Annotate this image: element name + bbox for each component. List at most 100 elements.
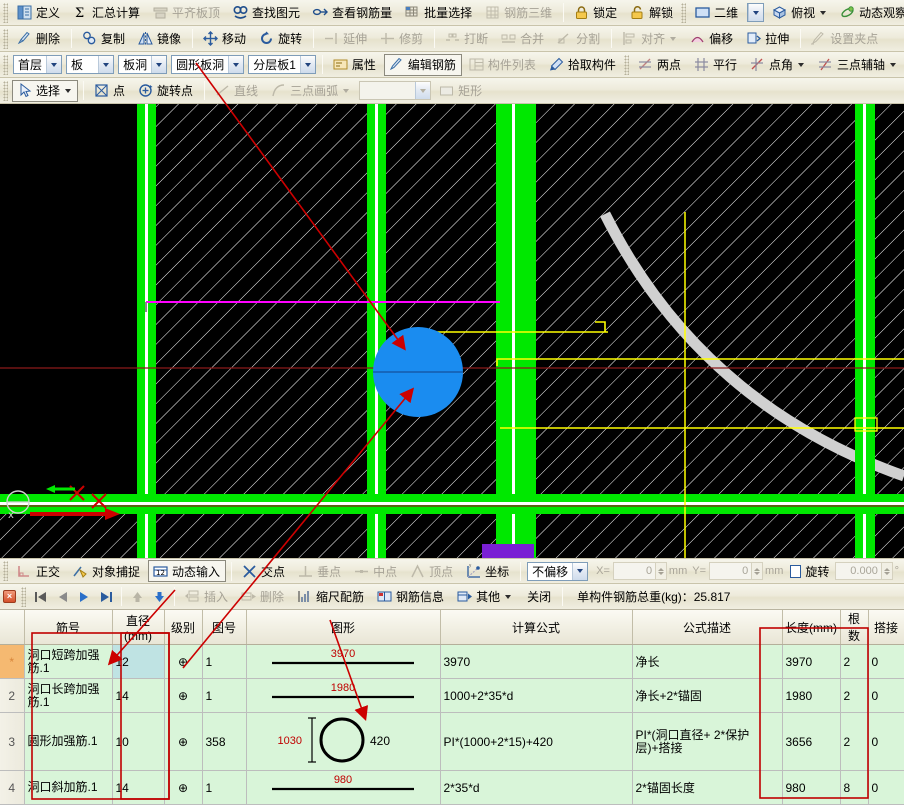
cell-formula-desc[interactable]: 净长+2*锚固 [632, 679, 782, 713]
col-header-count[interactable]: 根数 [840, 610, 868, 645]
cell-formula[interactable]: 3970 [440, 645, 632, 679]
close-icon[interactable]: × [3, 590, 16, 603]
cell-rebar-name[interactable]: 洞口斜加筋.1 [24, 771, 112, 805]
cell-drawing-no[interactable]: 358 [202, 713, 246, 771]
chevron-down-icon[interactable] [415, 82, 430, 99]
last-record-button[interactable] [95, 587, 117, 607]
table-row[interactable]: * 洞口短跨加强筋.1 12 ⊕ 1 3970 3970 净长 3970 2 [0, 645, 904, 679]
toolbar-button-top-view[interactable]: 俯视 [767, 2, 833, 24]
cell-formula-desc[interactable]: 净长 [632, 645, 782, 679]
table-button-insert-row[interactable]: 插入 [180, 586, 234, 608]
chevron-down-icon[interactable] [343, 89, 349, 93]
cell-rownum[interactable]: 3 [0, 713, 24, 771]
col-header-formula[interactable]: 计算公式 [440, 610, 632, 645]
toolbar-button-offset[interactable]: 偏移 [685, 28, 739, 50]
table-button-delete-row[interactable]: 删除 [236, 586, 290, 608]
cell-formula[interactable]: 1000+2*35*d [440, 679, 632, 713]
move-down-button[interactable] [148, 587, 170, 607]
toolbar-button-batch-select[interactable]: 批量选择 [400, 2, 478, 24]
toolbar-grip-3[interactable] [624, 55, 629, 75]
cell-length[interactable]: 980 [782, 771, 840, 805]
snap-button-ortho[interactable]: 正交 [12, 560, 66, 582]
cell-diameter[interactable]: 12 [112, 645, 164, 679]
col-header-length[interactable]: 长度(mm) [782, 610, 840, 645]
cell-formula[interactable]: 2*35*d [440, 771, 632, 805]
chevron-down-icon[interactable] [572, 563, 587, 580]
x-coord-input[interactable]: 0 [613, 562, 656, 580]
toolbar-button-extend[interactable]: 延伸 [319, 28, 373, 50]
col-header-drawing-no[interactable]: 图号 [202, 610, 246, 645]
cell-rebar-name[interactable]: 圆形加强筋.1 [24, 713, 112, 771]
rotate-angle-input[interactable]: 0.000 [835, 562, 882, 580]
cell-shape[interactable]: 1980 [246, 679, 440, 713]
toolbar-button-rebar-3d[interactable]: 钢筋三维 [480, 2, 558, 24]
col-header-grade[interactable]: 级别 [164, 610, 202, 645]
chevron-down-icon[interactable] [820, 11, 826, 15]
snap-button-intersection[interactable]: 交点 [237, 560, 291, 582]
cell-shape[interactable]: 3970 [246, 645, 440, 679]
toolbar-button-2d-view[interactable]: 二维 [690, 2, 744, 24]
toolbar-button-component-list[interactable]: 构件列表 [464, 54, 542, 76]
cad-drawing-svg[interactable]: x [0, 104, 904, 558]
toolbar-button-align-slab-top[interactable]: 平齐板顶 [148, 2, 226, 24]
cell-length[interactable]: 3656 [782, 713, 840, 771]
toolbar-button-unlock[interactable]: 解锁 [625, 2, 679, 24]
chevron-down-icon[interactable] [890, 63, 896, 67]
table-row[interactable]: 3 圆形加强筋.1 10 ⊕ 358 1030 420 [0, 713, 904, 771]
toolbar-button-pick-component[interactable]: 拾取构件 [544, 54, 622, 76]
toolbar-grip[interactable] [3, 3, 8, 23]
chevron-down-icon[interactable] [46, 56, 61, 73]
col-header-rownum[interactable] [0, 610, 24, 645]
toolbar-button-align[interactable]: 对齐 [617, 28, 683, 50]
cell-drawing-no[interactable]: 1 [202, 679, 246, 713]
rotate-checkbox[interactable] [790, 565, 801, 578]
cell-formula[interactable]: PI*(1000+2*15)+420 [440, 713, 632, 771]
toolbar-button-copy[interactable]: 复制 [77, 28, 131, 50]
y-coord-spinner[interactable] [752, 562, 763, 580]
component-subtype-select[interactable]: 板洞 [118, 55, 167, 74]
chevron-down-icon[interactable] [65, 89, 71, 93]
toolbar-button-define[interactable]: 定义 [12, 2, 66, 24]
toolbar-button-trim[interactable]: 修剪 [375, 28, 429, 50]
cell-count[interactable]: 2 [840, 645, 868, 679]
toolbar-button-parallel-axis[interactable]: 平行 [689, 54, 743, 76]
chevron-down-icon[interactable] [670, 37, 676, 41]
chevron-down-icon[interactable] [151, 56, 166, 73]
chevron-down-icon[interactable] [98, 56, 113, 73]
cell-rownum[interactable]: 4 [0, 771, 24, 805]
toolbar-button-mirror[interactable]: 镜像 [133, 28, 187, 50]
col-header-formula-desc[interactable]: 公式描述 [632, 610, 782, 645]
member-select[interactable]: 分层板1 [248, 55, 316, 74]
toolbar-grip[interactable] [3, 29, 8, 49]
col-header-rebar-name[interactable]: 筋号 [24, 610, 112, 645]
chevron-down-icon[interactable] [228, 56, 243, 73]
snapbar-grip[interactable] [3, 561, 8, 581]
toolbar-button-select[interactable]: 选择 [12, 80, 78, 102]
cell-rownum[interactable]: * [0, 645, 24, 679]
shape-select[interactable]: 圆形板洞 [171, 55, 244, 74]
toolbar-button-delete[interactable]: 删除 [12, 28, 66, 50]
toolbar-button-orbit[interactable]: 动态观察 [835, 2, 904, 24]
cell-drawing-no[interactable]: 1 [202, 645, 246, 679]
column-element[interactable] [482, 544, 534, 558]
x-coord-spinner[interactable] [656, 562, 667, 580]
col-header-shape[interactable]: 图形 [246, 610, 440, 645]
table-toolbar-grip[interactable] [21, 587, 26, 607]
cell-grade[interactable]: ⊕ [164, 771, 202, 805]
y-coord-input[interactable]: 0 [709, 562, 752, 580]
cell-count[interactable]: 8 [840, 771, 868, 805]
cell-grade[interactable]: ⊕ [164, 645, 202, 679]
toolbar-button-find-element[interactable]: 查找图元 [228, 2, 306, 24]
cell-count[interactable]: 2 [840, 679, 868, 713]
draw-mode-select[interactable] [359, 81, 431, 100]
table-button-other[interactable]: 其他 [452, 586, 518, 608]
cell-length[interactable]: 1980 [782, 679, 840, 713]
snap-button-midpoint[interactable]: 中点 [349, 560, 403, 582]
toolbar-button-summary-calc[interactable]: Σ 汇总计算 [68, 2, 146, 24]
toolbar-grip-2[interactable] [681, 3, 686, 23]
chevron-down-icon[interactable] [798, 63, 804, 67]
component-type-select[interactable]: 板 [66, 55, 114, 74]
cell-lap[interactable]: 0 [868, 771, 904, 805]
chevron-down-icon[interactable] [300, 56, 315, 73]
toolbar-grip[interactable] [3, 55, 8, 75]
